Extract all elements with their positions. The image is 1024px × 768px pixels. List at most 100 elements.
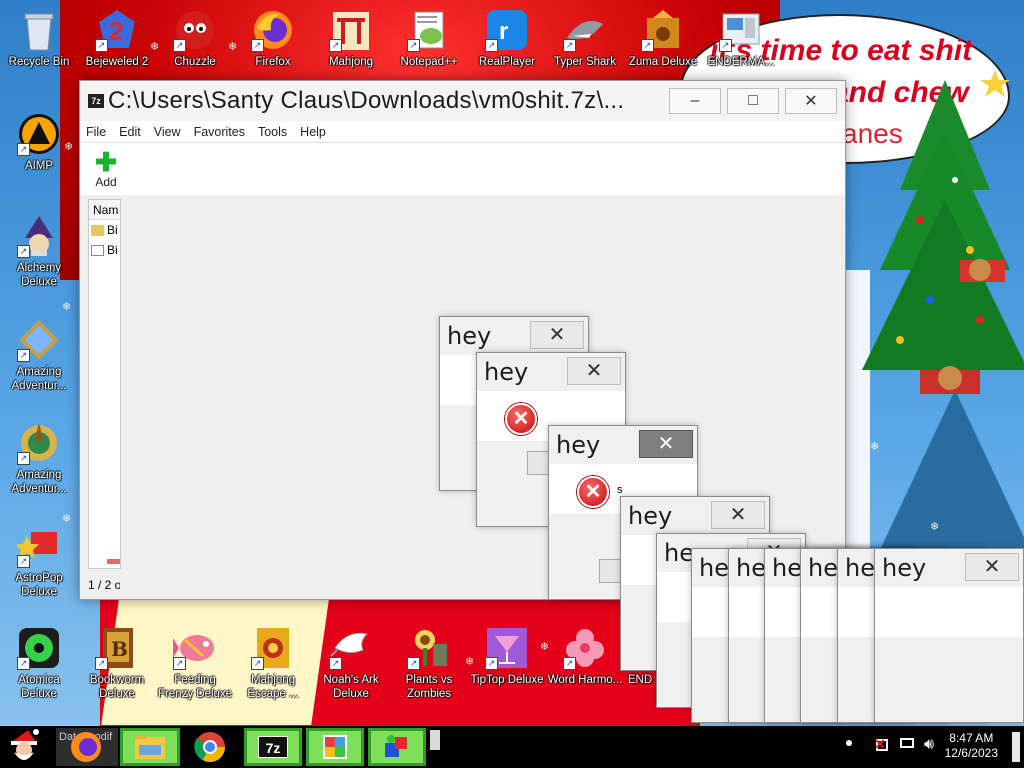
show-desktop-button[interactable]: [1012, 732, 1020, 762]
desktop-icon-label: Atomica Deluxe: [18, 674, 60, 700]
desktop-icon-label: Chuzzle: [174, 56, 216, 68]
add-label: Add: [95, 175, 117, 189]
taskbar-app[interactable]: [368, 728, 426, 766]
plus-icon: ✚: [95, 147, 117, 177]
file-list[interactable]: Nam Bi Bi: [88, 199, 121, 569]
display-icon[interactable]: [898, 726, 918, 768]
dialog-titlebar[interactable]: hey ✕: [440, 317, 588, 355]
desktop-icon-firefox[interactable]: ↗ Firefox: [234, 8, 312, 69]
desktop-icon-aimp[interactable]: ↗ AIMP: [0, 112, 78, 173]
file-explorer-icon: [135, 735, 165, 759]
desktop-icon-label: Typer Shark: [554, 56, 616, 68]
dialog-titlebar[interactable]: hey ✕: [875, 549, 1023, 587]
column-header-name[interactable]: Nam: [89, 200, 120, 220]
notepadpp-icon: ↗: [407, 8, 451, 52]
svg-text:B: B: [111, 637, 128, 661]
desktop-icon-alchemy[interactable]: ↗ Alchemy Deluxe: [0, 214, 78, 289]
start-button[interactable]: [4, 728, 44, 766]
desktop-icon-label: AstroPop Deluxe: [15, 572, 63, 598]
maximize-button[interactable]: □: [727, 88, 779, 114]
snowflake-icon: ❄: [870, 441, 880, 453]
desktop-icon-label: Amazing Adventur...: [11, 366, 67, 392]
horizontal-scrollbar[interactable]: [107, 559, 120, 564]
desktop-icon-label: AIMP: [24, 160, 54, 172]
menu-help[interactable]: Help: [300, 125, 326, 139]
desktop-icon-label: ENDERMA...: [707, 56, 775, 68]
desktop-icon-chuzzle[interactable]: ↗ Chuzzle: [156, 8, 234, 69]
dialog-title: hey: [628, 502, 673, 530]
menu-favorites[interactable]: Favorites: [194, 125, 245, 139]
window-titlebar[interactable]: 7z C:\Users\Santy Claus\Downloads\vm0shi…: [80, 81, 845, 121]
desktop-icon-notepadpp[interactable]: ↗ Notepad++: [390, 8, 468, 69]
christmas-tree-icon: [862, 70, 1024, 394]
pvz-icon: ↗: [407, 626, 451, 670]
desktop-icon-pvz[interactable]: ↗ Plants vs Zombies: [390, 626, 468, 701]
firefox-icon: ↗: [251, 8, 295, 52]
desktop-icon-mahjong[interactable]: ↗ Mahjong: [312, 8, 390, 69]
menu-edit[interactable]: Edit: [119, 125, 141, 139]
dialog-title: hey: [556, 431, 601, 459]
desktop-icon-bookworm[interactable]: B ↗ Bookworm Deluxe: [78, 626, 156, 701]
control-panel-icon: [323, 735, 347, 759]
mahjong-icon: ↗: [329, 8, 373, 52]
tray-dot: [846, 726, 856, 768]
atomica-icon: ↗: [17, 626, 61, 670]
error-dialog[interactable]: hey ✕: [874, 548, 1024, 723]
taskbar-7zip[interactable]: 7z: [244, 728, 302, 766]
mahjong-escape-icon: ↗: [251, 626, 295, 670]
recycle-bin-icon: [17, 8, 61, 52]
taskbar-chrome[interactable]: [188, 728, 232, 766]
taskbar-firefox[interactable]: [64, 728, 108, 766]
desktop-icon-amazing-adventures-2[interactable]: ↗ Amazing Adventur...: [0, 421, 78, 496]
desktop-icon-label: Recycle Bin: [8, 56, 70, 68]
menu-file[interactable]: File: [86, 125, 106, 139]
taskbar-control-panel[interactable]: [306, 728, 364, 766]
close-button[interactable]: ✕: [639, 430, 693, 458]
close-button[interactable]: ✕: [711, 501, 765, 529]
clock-date: 12/6/2023: [944, 746, 998, 760]
desktop-icon-bejeweled[interactable]: 2 ↗ Bejeweled 2: [78, 8, 156, 69]
menu-view[interactable]: View: [154, 125, 181, 139]
dialog-titlebar[interactable]: hey ✕: [477, 353, 625, 391]
desktop-icon-recycle-bin[interactable]: Recycle Bin: [0, 8, 78, 69]
taskbar-clock[interactable]: 8:47 AM 12/6/2023: [945, 731, 998, 761]
desktop-icon-typer-shark[interactable]: ↗ Typer Shark: [546, 8, 624, 69]
file-icon: [91, 244, 104, 256]
desktop-icon-realplayer[interactable]: r ↗ RealPlayer: [468, 8, 546, 69]
list-item[interactable]: Bi: [89, 220, 120, 240]
desktop-icon-noahs-ark[interactable]: ↗ Noah's Ark Deluxe: [312, 626, 390, 701]
dialog-titlebar[interactable]: hey ✕: [621, 497, 769, 535]
close-button[interactable]: ✕: [567, 357, 621, 385]
menu-tools[interactable]: Tools: [258, 125, 287, 139]
aimp-icon: ↗: [17, 112, 61, 156]
taskbar-overflow[interactable]: [430, 730, 440, 750]
close-button[interactable]: ✕: [530, 321, 584, 349]
desktop-icon-enderman[interactable]: ↗ ENDERMA...: [702, 8, 780, 69]
desktop-icon-zuma[interactable]: ↗ Zuma Deluxe: [624, 8, 702, 69]
clock-time: 8:47 AM: [949, 731, 994, 745]
app-icon: [385, 735, 407, 757]
desktop-icon-atomica[interactable]: ↗ Atomica Deluxe: [0, 626, 78, 701]
desktop-icon-tiptop[interactable]: ↗ TipTop Deluxe: [468, 626, 546, 687]
add-button[interactable]: ✚ Add: [90, 149, 122, 189]
taskbar: Date modif 7z ✕ 🔊︎ 8:47 AM 12/6/2023: [0, 726, 1024, 768]
astropop-icon: ↗: [15, 524, 61, 568]
bookworm-icon: B ↗: [95, 626, 139, 670]
close-button[interactable]: ✕: [785, 88, 837, 114]
dialog-footer: [875, 637, 1023, 722]
firefox-icon: [71, 732, 101, 762]
dialog-titlebar[interactable]: hey ✕: [549, 426, 697, 464]
network-warning-icon[interactable]: ✕: [874, 726, 894, 768]
desktop-icon-label: Noah's Ark Deluxe: [323, 674, 379, 700]
desktop-icon-astropop[interactable]: ↗ AstroPop Deluxe: [0, 524, 78, 599]
list-item[interactable]: Bi: [89, 240, 120, 260]
dialog-title: hey: [484, 358, 529, 386]
close-button[interactable]: ✕: [965, 553, 1019, 581]
minimize-button[interactable]: –: [669, 88, 721, 114]
desktop-icon-amazing-adventures[interactable]: ↗ Amazing Adventur...: [0, 318, 78, 393]
desktop-icon-feeding-frenzy[interactable]: ↗ Feeding Frenzy Deluxe: [156, 626, 234, 701]
volume-icon[interactable]: 🔊︎: [922, 726, 942, 768]
svg-text:r: r: [499, 18, 508, 45]
taskbar-file-explorer[interactable]: [120, 728, 180, 766]
desktop-icon-mahjong-escape[interactable]: ↗ Mahjong Escape ...: [234, 626, 312, 701]
